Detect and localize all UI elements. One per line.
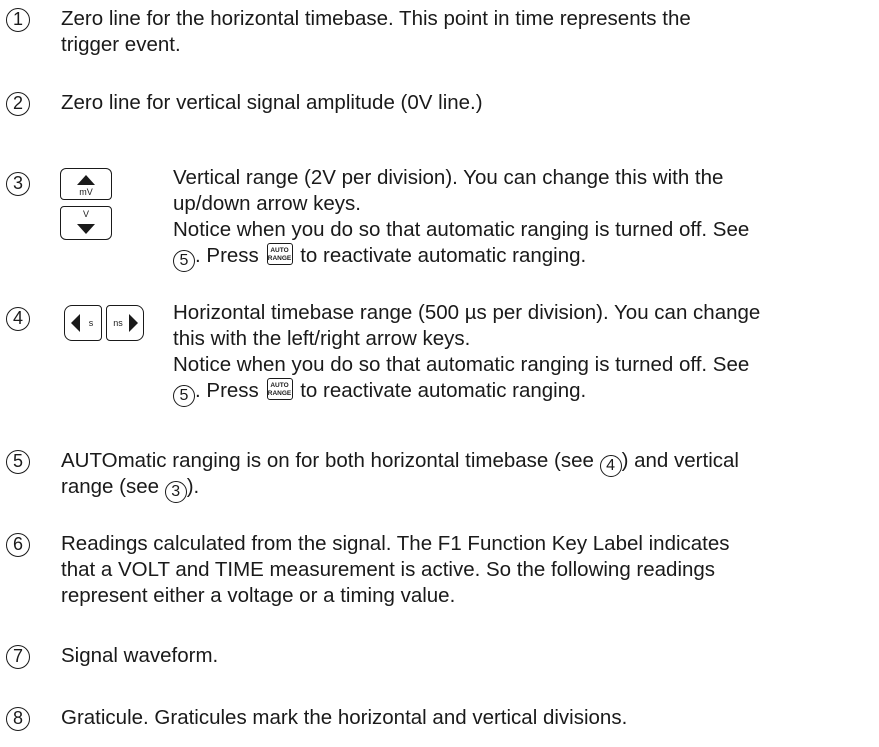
item-3-line-3: Notice when you do so that automatic ran… — [173, 218, 750, 241]
auto-key-line-1: AUTO — [270, 382, 289, 389]
item-5-text-d: ). — [186, 475, 200, 498]
down-arrow-icon — [77, 224, 95, 234]
inline-ref-5: 5 — [173, 385, 195, 407]
inline-ref-5: 5 — [173, 250, 195, 272]
up-key-label: mV — [79, 187, 93, 197]
left-key-label: s — [88, 318, 94, 328]
auto-key-line-2: RANGE — [267, 255, 292, 262]
right-arrow-icon — [129, 314, 138, 332]
callout-number-4: 4 — [6, 307, 30, 331]
left-arrow-key: s — [64, 305, 102, 341]
auto-key-line-1: AUTO — [270, 247, 289, 254]
callout-number-5: 5 — [6, 450, 30, 474]
item-6-line-3: represent either a voltage or a timing v… — [61, 584, 456, 607]
item-5-line-2: range (see 3). — [61, 474, 199, 503]
item-6-line-2: that a VOLT and TIME measurement is acti… — [61, 558, 716, 581]
item-4-line-3: Notice when you do so that automatic ran… — [173, 353, 750, 376]
right-arrow-key: ns — [106, 305, 144, 341]
item-8-line-1: Graticule. Graticules mark the horizonta… — [61, 706, 628, 729]
callout-number-6: 6 — [6, 533, 30, 557]
after-key-text: to reactivate automatic ranging. — [300, 244, 587, 267]
item-4-line-2: this with the left/right arrow keys. — [173, 327, 471, 350]
callout-number-2: 2 — [6, 92, 30, 116]
inline-ref-4: 4 — [599, 455, 622, 477]
callout-number-8: 8 — [6, 707, 30, 731]
item-5-text-b: ) and vertical — [621, 449, 739, 472]
auto-range-key-icon: AUTO RANGE — [266, 378, 293, 400]
item-3-line-1: Vertical range (2V per division). You ca… — [173, 166, 724, 189]
left-arrow-icon — [71, 314, 80, 332]
item-4-line-4: 5. Press AUTO RANGE to reactivate automa… — [173, 378, 586, 407]
item-4-line-1: Horizontal timebase range (500 µs per di… — [173, 301, 761, 324]
auto-range-key-icon: AUTO RANGE — [266, 243, 293, 265]
item-5-text-c: range (see — [61, 475, 160, 498]
item-5-text-a: AUTOmatic ranging is on for both horizon… — [61, 449, 594, 472]
item-1-line-2: trigger event. — [61, 33, 181, 56]
item-5-line-1: AUTOmatic ranging is on for both horizon… — [61, 448, 739, 477]
auto-key-line-2: RANGE — [267, 390, 292, 397]
callout-number-1: 1 — [6, 8, 30, 32]
item-3-line-2: up/down arrow keys. — [173, 192, 362, 215]
up-arrow-key: mV — [60, 168, 112, 200]
inline-ref-3: 3 — [164, 481, 187, 503]
down-key-label: V — [82, 209, 89, 219]
down-arrow-key: V — [60, 206, 112, 240]
item-2-line-1: Zero line for vertical signal amplitude … — [61, 91, 483, 114]
item-1-line-1: Zero line for the horizontal timebase. T… — [61, 7, 691, 30]
press-text: . Press — [195, 379, 259, 402]
callout-number-3: 3 — [6, 172, 30, 196]
item-6-line-1: Readings calculated from the signal. The… — [61, 532, 730, 555]
item-3-line-4: 5. Press AUTO RANGE to reactivate automa… — [173, 243, 586, 272]
press-text: . Press — [195, 244, 259, 267]
callout-number-7: 7 — [6, 645, 30, 669]
after-key-text: to reactivate automatic ranging. — [300, 379, 587, 402]
item-7-line-1: Signal waveform. — [61, 644, 219, 667]
